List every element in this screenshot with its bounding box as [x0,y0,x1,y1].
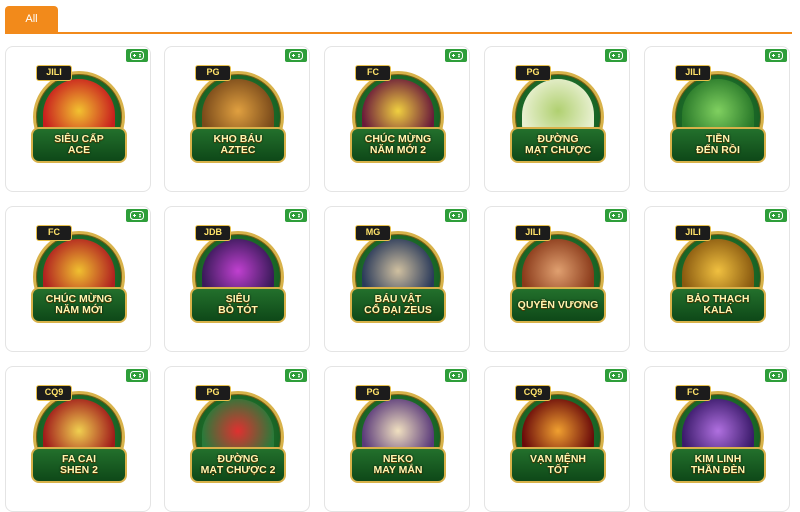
game-emblem: JDB Siêu Bò Tót [190,225,286,323]
game-emblem: JILI Bảo Thạch Kala [670,225,766,323]
game-card[interactable]: PG Đường Mạt Chược [484,46,630,192]
game-emblem: JILI Siêu Cấp Ace [31,65,127,163]
game-title-plaque: Siêu Cấp Ace [31,127,127,163]
game-title-plaque: Chúc Mừng Năm Mới [31,287,127,323]
gamepad-icon [605,49,627,62]
provider-badge: JILI [515,225,551,241]
game-title: Siêu Bò Tót [218,293,258,316]
game-emblem: CQ9 Fa Cai Shen 2 [31,385,127,483]
game-title: Vạn Mệnh Tốt [529,453,586,476]
gamepad-icon [445,369,467,382]
game-emblem: FC Kim Linh Thần Đèn [670,385,766,483]
game-title: Bảo Thạch Kala [686,293,750,316]
gamepad-icon [605,209,627,222]
provider-badge: FC [36,225,72,241]
game-title-plaque: Kim Linh Thần Đèn [670,447,766,483]
game-card[interactable]: CQ9 Vạn Mệnh Tốt [484,366,630,512]
game-title-plaque: Fa Cai Shen 2 [31,447,127,483]
game-title-plaque: Đường Mạt Chược [510,127,606,163]
provider-badge: PG [195,385,231,401]
game-emblem: CQ9 Vạn Mệnh Tốt [510,385,606,483]
game-title-plaque: Chúc Mừng Năm Mới 2 [350,127,446,163]
provider-badge: JILI [675,225,711,241]
game-card[interactable]: FC Kim Linh Thần Đèn [644,366,790,512]
gamepad-icon [126,209,148,222]
game-card[interactable]: PG Kho Báu Aztec [164,46,310,192]
game-card[interactable]: FC Chúc Mừng Năm Mới 2 [324,46,470,192]
provider-badge: CQ9 [515,385,551,401]
game-title: Chúc Mừng Năm Mới [45,293,113,316]
game-title: Đường Mạt Chược 2 [200,453,276,476]
game-card[interactable]: JILI Siêu Cấp Ace [5,46,151,192]
game-title-plaque: Đường Mạt Chược 2 [190,447,286,483]
game-card[interactable]: JILI Bảo Thạch Kala [644,206,790,352]
game-title-plaque: Neko May Mắn [350,447,446,483]
game-card[interactable]: CQ9 Fa Cai Shen 2 [5,366,151,512]
game-emblem: JILI Quyền Vương [510,225,606,323]
provider-badge: PG [355,385,391,401]
game-card[interactable]: MG Báu Vật Cổ Đại Zeus [324,206,470,352]
game-title: Kim Linh Thần Đèn [690,453,746,476]
tab-underline [5,32,792,34]
gamepad-icon [445,49,467,62]
game-card[interactable]: JILI Tiền Đến Rồi [644,46,790,192]
game-card[interactable]: PG Đường Mạt Chược 2 [164,366,310,512]
game-title: Chúc Mừng Năm Mới 2 [364,133,432,156]
game-title-plaque: Vạn Mệnh Tốt [510,447,606,483]
game-title-plaque: Siêu Bò Tót [190,287,286,323]
game-emblem: JILI Tiền Đến Rồi [670,65,766,163]
game-card[interactable]: JILI Quyền Vương [484,206,630,352]
game-title: Quyền Vương [517,298,599,311]
provider-badge: CQ9 [36,385,72,401]
gamepad-icon [765,369,787,382]
game-emblem: FC Chúc Mừng Năm Mới [31,225,127,323]
game-emblem: PG Đường Mạt Chược 2 [190,385,286,483]
gamepad-icon [285,369,307,382]
game-title: Đường Mạt Chược [524,133,592,156]
gamepad-icon [765,209,787,222]
gamepad-icon [285,49,307,62]
provider-badge: PG [195,65,231,81]
game-title: Fa Cai Shen 2 [60,453,98,476]
game-title: Tiền Đến Rồi [696,133,740,156]
game-emblem: MG Báu Vật Cổ Đại Zeus [350,225,446,323]
provider-badge: JILI [36,65,72,81]
provider-badge: MG [355,225,391,241]
game-title-plaque: Kho Báu Aztec [190,127,286,163]
game-emblem: FC Chúc Mừng Năm Mới 2 [350,65,446,163]
gamepad-icon [126,49,148,62]
game-title-plaque: Bảo Thạch Kala [670,287,766,323]
game-title: Siêu Cấp Ace [54,133,104,156]
gamepad-icon [126,369,148,382]
gamepad-icon [765,49,787,62]
game-card[interactable]: PG Neko May Mắn [324,366,470,512]
game-title-plaque: Báu Vật Cổ Đại Zeus [350,287,446,323]
gamepad-icon [445,209,467,222]
gamepad-icon [285,209,307,222]
game-title: Báu Vật Cổ Đại Zeus [364,293,432,316]
game-emblem: PG Neko May Mắn [350,385,446,483]
game-card[interactable]: JDB Siêu Bò Tót [164,206,310,352]
provider-badge: FC [355,65,391,81]
provider-badge: JILI [675,65,711,81]
provider-badge: FC [675,385,711,401]
gamepad-icon [605,369,627,382]
tab-all[interactable]: All [5,6,58,32]
game-title: Neko May Mắn [373,453,423,476]
category-tabbar: All [0,0,800,40]
game-card[interactable]: FC Chúc Mừng Năm Mới [5,206,151,352]
provider-badge: JDB [195,225,231,241]
game-emblem: PG Kho Báu Aztec [190,65,286,163]
game-title-plaque: Quyền Vương [510,287,606,323]
game-title: Kho Báu Aztec [213,133,263,156]
game-title-plaque: Tiền Đến Rồi [670,127,766,163]
provider-badge: PG [515,65,551,81]
game-emblem: PG Đường Mạt Chược [510,65,606,163]
